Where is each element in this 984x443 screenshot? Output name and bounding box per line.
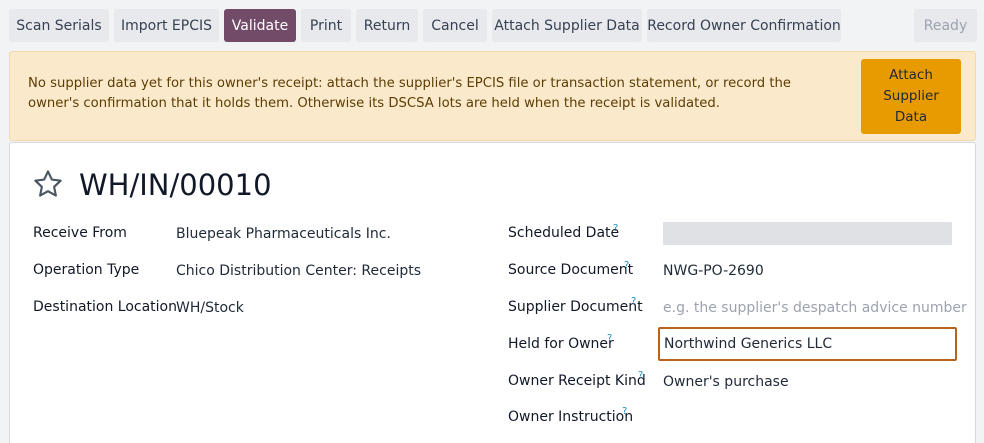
print-button[interactable]: Print [301, 9, 351, 42]
source-document-help-icon[interactable]: ? [624, 261, 629, 271]
validate-button[interactable]: Validate [224, 9, 296, 42]
owner-instruction-help-icon[interactable]: ? [622, 407, 627, 417]
operation-type-label: Operation Type [33, 262, 140, 278]
source-document-label: Source Document [508, 262, 634, 278]
owner-receipt-kind-label: Owner Receipt Kind [508, 373, 646, 389]
held-for-owner-help-icon[interactable]: ? [607, 334, 612, 344]
alert-attach-supplier-data-button[interactable]: Attach Supplier Data [861, 59, 961, 134]
receive-from-label: Receive From [33, 225, 127, 241]
scheduled-date-help-icon[interactable]: ? [613, 224, 618, 234]
destination-location-label: Destination Location [33, 299, 177, 315]
owner-receipt-kind-help-icon[interactable]: ? [638, 371, 643, 381]
scheduled-date-label: Scheduled Date [508, 225, 620, 241]
supplier-document-help-icon[interactable]: ? [631, 297, 636, 307]
return-button[interactable]: Return [356, 9, 418, 42]
control-panel: Scan Serials Import EPCIS Validate Print… [0, 0, 984, 50]
scan-serials-button[interactable]: Scan Serials [9, 9, 109, 42]
star-icon[interactable] [32, 168, 64, 200]
operation-type-field[interactable]: Chico Distribution Center: Receipts [176, 262, 421, 280]
receive-from-field[interactable]: Bluepeak Pharmaceuticals Inc. [176, 225, 391, 243]
supplier-document-input[interactable]: e.g. the supplier's despatch advice numb… [663, 299, 967, 317]
supplier-document-label: Supplier Document [508, 299, 643, 315]
supplier-data-warning: No supplier data yet for this owner's re… [9, 51, 976, 141]
owner-instruction-label: Owner Instruction [508, 409, 634, 425]
receipt-form: WH/IN/00010 Receive From Bluepeak Pharma… [9, 142, 976, 443]
status-badge: Ready [914, 9, 977, 42]
cancel-button[interactable]: Cancel [423, 9, 487, 42]
source-document-field[interactable]: NWG-PO-2690 [663, 262, 764, 280]
record-owner-confirmation-button[interactable]: Record Owner Confirmation [647, 9, 841, 42]
import-epcis-button[interactable]: Import EPCIS [114, 9, 219, 42]
held-for-owner-label: Held for Owner [508, 336, 614, 352]
destination-location-field[interactable]: WH/Stock [176, 299, 244, 317]
scheduled-date-field[interactable] [663, 222, 952, 245]
attach-supplier-data-button[interactable]: Attach Supplier Data [492, 9, 642, 42]
warning-message: No supplier data yet for this owner's re… [28, 76, 791, 111]
held-for-owner-input[interactable]: Northwind Generics LLC [658, 327, 957, 361]
owner-receipt-kind-field[interactable]: Owner's purchase [663, 373, 789, 391]
record-title: WH/IN/00010 [79, 168, 272, 202]
held-for-owner-value: Northwind Generics LLC [664, 336, 833, 352]
